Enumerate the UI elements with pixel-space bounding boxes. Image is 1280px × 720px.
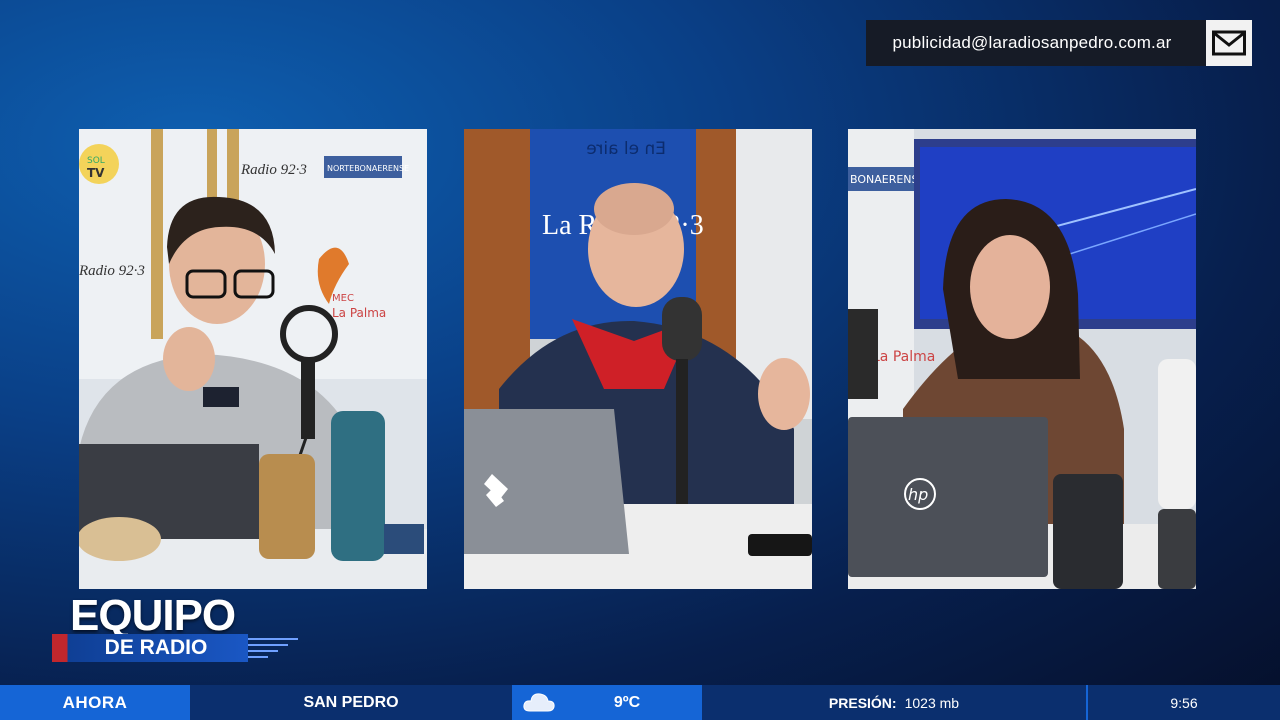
ticker-time: 9:56 (1088, 685, 1280, 720)
camera-left: SOL TV Radio 92·3 NORTEBONAERENSE Radio … (79, 129, 427, 589)
sign-mec: MEC (332, 293, 354, 304)
sign-la-palma: La Palma (332, 306, 386, 320)
envelope-icon[interactable] (1206, 20, 1252, 66)
sign-hp: hp (908, 485, 928, 504)
sign-radio-923: Radio 92·3 (79, 263, 145, 279)
speed-lines-icon (248, 638, 298, 658)
sign-en-el-aire: En el aire (586, 139, 666, 159)
contact-email-text[interactable]: publicidad@laradiosanpedro.com.ar (866, 20, 1206, 66)
sign-tv: TV (87, 166, 105, 180)
camera-center: En el aire La Radio 92·3 (464, 129, 812, 589)
ticker-pressure: PRESIÓN: 1023 mb (702, 685, 1086, 720)
ticker-pressure-value: 1023 mb (904, 694, 960, 711)
program-logo: EQUIPO DE RADIO (52, 591, 298, 662)
sign-radio-923-top: Radio 92·3 (240, 162, 307, 178)
ticker-pressure-label: PRESIÓN: (828, 694, 897, 711)
ticker-city: SAN PEDRO (190, 685, 512, 720)
camera-right: BONAERENSE La Palma hp (848, 129, 1196, 589)
sign-la-palma-right: La Palma (872, 349, 935, 365)
program-subtitle: DE RADIO (104, 636, 208, 659)
program-title: EQUIPO (70, 591, 236, 640)
info-ticker: AHORA SAN PEDRO 9ºC PRESIÓN: 1023 mb 9:5… (0, 685, 1280, 720)
sign-sol: SOL (87, 156, 105, 166)
sign-bonaerense: NORTEBONAERENSE (327, 164, 409, 173)
program-subtitle-bar: DE RADIO (52, 634, 248, 662)
contact-email-banner: publicidad@laradiosanpedro.com.ar (866, 20, 1252, 66)
cloud-icon (523, 693, 555, 712)
ticker-weather: 9ºC (512, 685, 702, 720)
ticker-temperature: 9ºC (613, 693, 641, 711)
ticker-now-label: AHORA (0, 685, 190, 720)
